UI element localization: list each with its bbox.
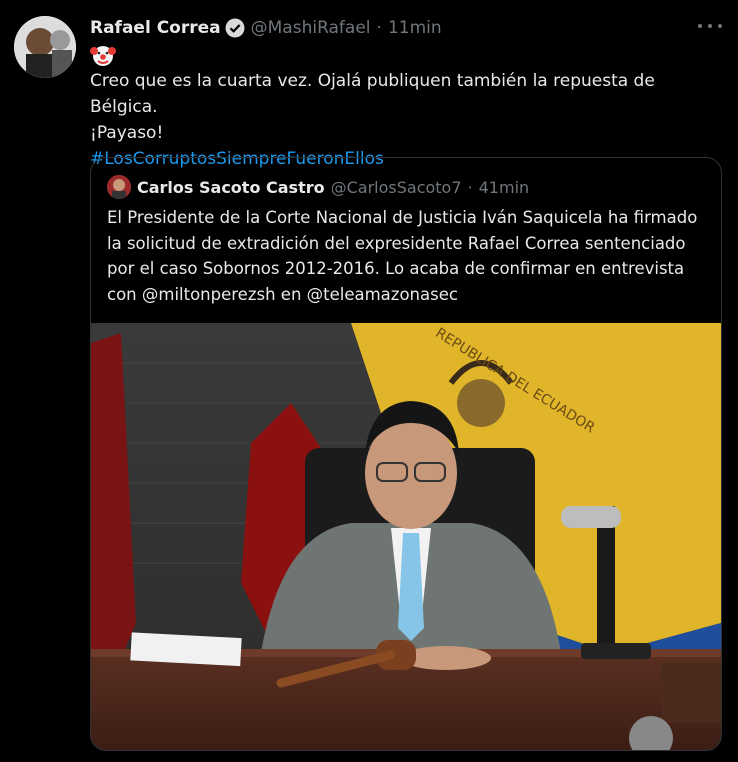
tweet-text-line-2: ¡Payaso! <box>90 123 164 143</box>
quote-photo[interactable]: REPUBLICA DEL ECUADOR <box>91 323 721 750</box>
author-handle[interactable]: @MashiRafael <box>251 18 371 38</box>
quote-separator-dot: · <box>467 177 473 197</box>
quote-author-name[interactable]: Carlos Sacoto Castro <box>137 178 325 197</box>
verified-badge-icon <box>225 18 245 38</box>
quote-author-handle[interactable]: @CarlosSacoto7 <box>331 178 462 197</box>
quote-timestamp[interactable]: 41min <box>479 178 530 197</box>
tweet[interactable]: Rafael Correa @MashiRafael · 11min Creo … <box>0 0 738 762</box>
separator-dot: · <box>376 18 382 38</box>
tweet-text-line-1: Creo que es la cuarta vez. Ojalá publiqu… <box>90 71 655 117</box>
quote-text: El Presidente de la Corte Nacional de Ju… <box>107 208 698 304</box>
quoted-tweet[interactable]: Carlos Sacoto Castro @CarlosSacoto7 · 41… <box>90 157 722 751</box>
quote-author-avatar[interactable] <box>107 175 131 199</box>
quote-header: Carlos Sacoto Castro @CarlosSacoto7 · 41… <box>107 174 529 200</box>
tweet-header: Rafael Correa @MashiRafael · 11min <box>90 15 442 41</box>
author-name[interactable]: Rafael Correa <box>90 18 221 38</box>
clown-emoji-icon <box>90 42 116 68</box>
tweet-timestamp[interactable]: 11min <box>388 18 442 38</box>
more-options-icon[interactable] <box>698 16 722 36</box>
author-avatar[interactable] <box>14 16 76 78</box>
